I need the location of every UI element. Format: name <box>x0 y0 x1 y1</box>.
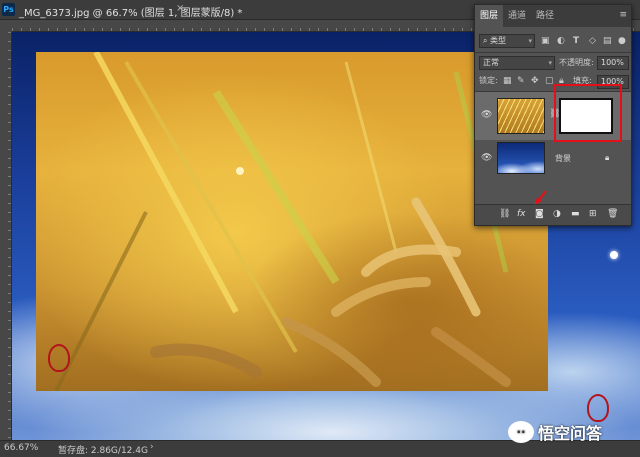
rice-photo-layer <box>36 52 548 391</box>
close-tab-icon[interactable]: × <box>176 3 184 14</box>
lock-transparent-icon[interactable]: ▦ <box>503 75 512 87</box>
adjustment-filter-icon[interactable]: ◐ <box>557 35 565 47</box>
document-info: 暂存盘: 2.86G/12.4G <box>58 446 148 456</box>
opacity-value: 100% <box>601 58 624 67</box>
rice-stalks-illustration <box>54 52 511 391</box>
add-mask-icon[interactable]: ◙ <box>535 209 544 219</box>
tab-paths[interactable]: 路径 <box>531 5 559 27</box>
chevron-down-icon: ▾ <box>548 59 552 67</box>
visibility-eye-icon[interactable]: 👁︎ <box>481 153 492 163</box>
light-spot <box>610 251 618 259</box>
panel-tab-bar: 图层 通道 路径 ≡ <box>475 5 631 27</box>
opacity-input[interactable]: 100% <box>597 56 629 70</box>
brand-text: 悟空问答 <box>538 424 603 443</box>
ruler-corner[interactable] <box>0 20 12 32</box>
lock-label: 锁定: <box>479 76 498 85</box>
filter-toggle-icon[interactable]: ● <box>618 35 626 47</box>
lock-position-icon[interactable]: ✥ <box>531 75 539 87</box>
lock-image-icon[interactable]: ✎ <box>517 75 525 87</box>
tab-layers[interactable]: 图层 <box>475 5 504 27</box>
type-filter-icon[interactable]: T <box>573 35 579 47</box>
filter-row: ⌕ 类型 ▾ ▣ ◐ T ◇ ▤ ● <box>475 32 631 50</box>
mask-highlight-box <box>554 84 622 142</box>
chat-bubble-icon: ·· <box>508 421 534 443</box>
status-menu-icon[interactable]: › <box>150 442 154 452</box>
visibility-eye-icon[interactable]: 👁︎ <box>481 110 492 120</box>
trash-icon[interactable]: 🗑︎ <box>607 209 618 219</box>
chevron-down-icon: ▾ <box>528 37 532 45</box>
left-ruler[interactable] <box>0 32 12 440</box>
layers-panel: 图层 通道 路径 ≡ ⌕ 类型 ▾ ▣ ◐ T ◇ ▤ ● 正常 ▾ 不透明度:… <box>474 4 632 226</box>
blend-row: 正常 ▾ 不透明度: 100% <box>475 54 631 72</box>
zoom-level[interactable]: 66.67% <box>4 443 38 453</box>
photoshop-app-icon: Ps <box>2 3 15 16</box>
background-thumbnail[interactable] <box>497 142 545 174</box>
document-title: _MG_6373.jpg @ 66.7% (图层 1, 图层蒙版/8) * <box>19 8 243 19</box>
blend-mode-select[interactable]: 正常 ▾ <box>479 56 555 70</box>
red-arrow-annotation <box>535 190 547 205</box>
filter-label: 类型 <box>490 36 507 45</box>
lock-artboard-icon[interactable]: ▢ <box>545 75 554 87</box>
opacity-label: 不透明度: <box>559 58 594 67</box>
blend-mode-value: 正常 <box>483 58 499 67</box>
layers-footer: ⛓︎ fx ◙ ◑ ▬ ⊞ 🗑︎ <box>475 204 631 225</box>
panel-menu-icon[interactable]: ≡ <box>619 10 627 20</box>
layer-thumbnail[interactable] <box>497 98 545 134</box>
smart-object-filter-icon[interactable]: ▤ <box>603 35 612 47</box>
shape-filter-icon[interactable]: ◇ <box>589 35 596 47</box>
new-layer-icon[interactable]: ⊞ <box>589 209 597 219</box>
background-layer-name[interactable]: 背景 <box>555 153 571 164</box>
lock-icon: 🔒︎ <box>605 153 610 162</box>
fx-icon[interactable]: fx <box>517 209 526 219</box>
divider <box>475 52 631 53</box>
layer-row-background[interactable]: 👁︎ 背景 🔒︎ <box>475 142 631 176</box>
layer-filter-select[interactable]: ⌕ 类型 ▾ <box>479 34 535 48</box>
seal-watermark-left <box>48 344 70 372</box>
adjustment-layer-icon[interactable]: ◑ <box>553 209 561 219</box>
image-filter-icon[interactable]: ▣ <box>541 35 550 47</box>
search-icon: ⌕ <box>483 36 491 45</box>
group-folder-icon[interactable]: ▬ <box>571 209 580 219</box>
link-layers-icon[interactable]: ⛓︎ <box>499 209 510 219</box>
brand-watermark: ·· 悟空问答 <box>508 418 602 446</box>
tab-channels[interactable]: 通道 <box>503 5 531 27</box>
